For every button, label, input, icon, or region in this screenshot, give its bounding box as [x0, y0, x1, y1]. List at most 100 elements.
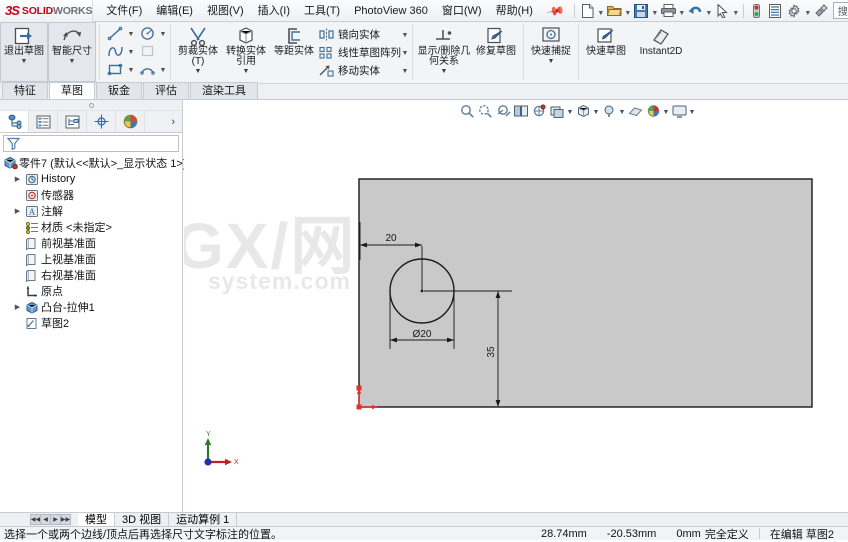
tree-filter-input[interactable] — [3, 135, 179, 152]
rapid-sketch-button[interactable]: 快速草图 — [582, 22, 630, 82]
tree-node-part[interactable]: 零件7 (默认<<默认>_显示状态 1>) — [3, 155, 187, 171]
options-gear-icon[interactable] — [785, 2, 804, 20]
file-properties-icon[interactable] — [766, 2, 785, 20]
select-arrow-icon[interactable] — [713, 2, 732, 20]
filter-icon — [7, 137, 20, 150]
tree-expander-boss-extrude1[interactable]: ▶ — [12, 303, 23, 311]
tab-sheetmetal[interactable]: 钣金 — [96, 82, 142, 99]
circle-dropdown-caret[interactable]: ▼ — [159, 24, 167, 42]
search-input[interactable]: 搜索文件与模 — [832, 2, 848, 19]
options-caret[interactable]: ▼ — [804, 2, 812, 20]
menu-edit[interactable]: 编辑(E) — [149, 1, 200, 21]
configuration-icon — [65, 115, 79, 128]
relations-dropdown[interactable]: ▼ — [441, 68, 448, 76]
tree-expander-history[interactable]: ▶ — [12, 175, 23, 183]
select-caret[interactable]: ▼ — [732, 2, 740, 20]
instant2d-icon — [650, 25, 672, 47]
menu-photoview[interactable]: PhotoView 360 — [347, 1, 435, 21]
menu-insert[interactable]: 插入(I) — [251, 1, 297, 21]
linear-sketch-pattern-button[interactable]: 线性草图阵列 — [318, 43, 401, 61]
spline-dropdown-caret[interactable]: ▼ — [127, 42, 135, 60]
move-group-caret[interactable]: ▼ — [401, 61, 409, 79]
exit-sketch-dropdown[interactable]: ▼ — [21, 58, 28, 66]
bottom-tab-3dviews[interactable]: 3D 视图 — [115, 512, 170, 527]
customize-icon[interactable] — [812, 2, 831, 20]
tree-node-sensors[interactable]: 传感器 — [3, 187, 182, 203]
instant2d-button[interactable]: Instant2D — [630, 22, 692, 82]
tab-render-tools[interactable]: 渲染工具 — [190, 82, 258, 99]
tree-node-front-plane[interactable]: 前视基准面 — [3, 235, 182, 251]
display-manager-tab[interactable] — [116, 111, 145, 132]
trim-entities-dropdown[interactable]: ▼ — [195, 68, 202, 76]
mirror-group-caret[interactable]: ▼ — [401, 25, 409, 43]
undo-icon[interactable] — [686, 2, 705, 20]
tree-node-sketch2-label: 草图2 — [41, 318, 70, 330]
rectangle-icon[interactable] — [103, 60, 127, 78]
panel-more-tabs-chevron-right-icon[interactable]: › — [171, 116, 182, 128]
dimxpert-icon — [94, 114, 108, 129]
tab-evaluate[interactable]: 评估 — [143, 82, 189, 99]
menu-view[interactable]: 视图(V) — [200, 1, 251, 21]
new-document-icon[interactable] — [578, 2, 597, 20]
menu-help[interactable]: 帮助(H) — [489, 1, 540, 21]
panel-collapse-handle[interactable] — [0, 100, 182, 111]
tree-node-origin[interactable]: 原点 — [3, 283, 182, 299]
open-document-caret[interactable]: ▼ — [624, 2, 632, 20]
feature-manager-tab[interactable] — [0, 111, 29, 132]
rebuild-icon[interactable] — [747, 2, 766, 20]
rectangle-dropdown-caret[interactable]: ▼ — [127, 60, 135, 78]
mirror-entities-icon — [318, 27, 335, 42]
open-document-icon[interactable] — [605, 2, 624, 20]
convert-entities-dropdown[interactable]: ▼ — [243, 68, 250, 76]
print-caret[interactable]: ▼ — [678, 2, 686, 20]
offset-entities-button[interactable]: 等距实体 — [270, 22, 318, 82]
arc-dropdown-caret[interactable]: ▼ — [159, 60, 167, 78]
tree-node-top-plane[interactable]: 上视基准面 — [3, 251, 182, 267]
tree-expander-annotations[interactable]: ▶ — [12, 207, 23, 215]
tree-node-sketch2[interactable]: 草图2 — [3, 315, 182, 331]
ribbon-separator-2 — [170, 24, 171, 80]
graphics-area[interactable]: ▼ ▼ ▼ ▼ ▼ GX/网 system.com 20 Ø20 35 Y X — [184, 100, 848, 512]
mirror-entities-button[interactable]: 镜向实体 — [318, 25, 401, 43]
arc-icon[interactable] — [135, 60, 159, 78]
convert-entities-button[interactable]: 转换实体引用 ▼ — [222, 22, 270, 82]
triad-y-label: Y — [206, 431, 211, 438]
new-document-caret[interactable]: ▼ — [597, 2, 605, 20]
menu-window[interactable]: 窗口(W) — [435, 1, 489, 21]
sketch-tools-group: 镜向实体 线性草图阵列 移动实体 — [318, 22, 401, 79]
display-delete-relations-button[interactable]: 显示/删除几何关系 ▼ — [416, 22, 472, 82]
save-caret[interactable]: ▼ — [651, 2, 659, 20]
quick-snaps-button[interactable]: 快速捕捉 ▼ — [527, 22, 575, 82]
save-icon[interactable] — [632, 2, 651, 20]
line-icon[interactable] — [103, 24, 127, 42]
property-manager-tab[interactable] — [29, 111, 58, 132]
pattern-group-caret[interactable]: ▼ — [401, 43, 409, 61]
spline-icon[interactable] — [103, 42, 127, 60]
quick-snaps-dropdown[interactable]: ▼ — [548, 58, 555, 66]
configuration-manager-tab[interactable] — [58, 111, 87, 132]
trim-entities-button[interactable]: 剪裁实体(T) ▼ — [174, 22, 222, 82]
line-dropdown-caret[interactable]: ▼ — [127, 24, 135, 42]
menu-file[interactable]: 文件(F) — [99, 1, 149, 21]
tab-sketch[interactable]: 草图 — [49, 82, 95, 99]
menu-tools[interactable]: 工具(T) — [297, 1, 347, 21]
move-entities-button[interactable]: 移动实体 — [318, 61, 401, 79]
exit-sketch-button[interactable]: 退出草图 ▼ — [0, 22, 48, 82]
tree-node-boss-extrude1[interactable]: ▶ 凸台-拉伸1 — [3, 299, 182, 315]
tree-node-annotations[interactable]: ▶ A 注解 — [3, 203, 182, 219]
print-icon[interactable] — [659, 2, 678, 20]
tree-node-history[interactable]: ▶ History — [3, 171, 182, 187]
undo-caret[interactable]: ▼ — [705, 2, 713, 20]
sketch-canvas[interactable]: 20 Ø20 35 Y X — [184, 100, 848, 512]
smart-dimension-dropdown[interactable]: ▼ — [69, 58, 76, 66]
bottom-tab-motion-study[interactable]: 运动算例 1 — [169, 512, 238, 527]
dimxpert-manager-tab[interactable] — [87, 111, 116, 132]
circle-icon[interactable] — [135, 24, 159, 42]
bottom-tab-model[interactable]: 模型 — [78, 512, 115, 527]
repair-sketch-button[interactable]: 修复草图 — [472, 22, 520, 82]
tree-node-material[interactable]: 材质 <未指定> — [3, 219, 182, 235]
tree-node-right-plane[interactable]: 右视基准面 — [3, 267, 182, 283]
tab-nav-last[interactable]: ▶▶ — [60, 514, 71, 525]
smart-dimension-button[interactable]: 智能尺寸 ▼ — [48, 22, 96, 82]
tab-features[interactable]: 特征 — [2, 82, 48, 99]
